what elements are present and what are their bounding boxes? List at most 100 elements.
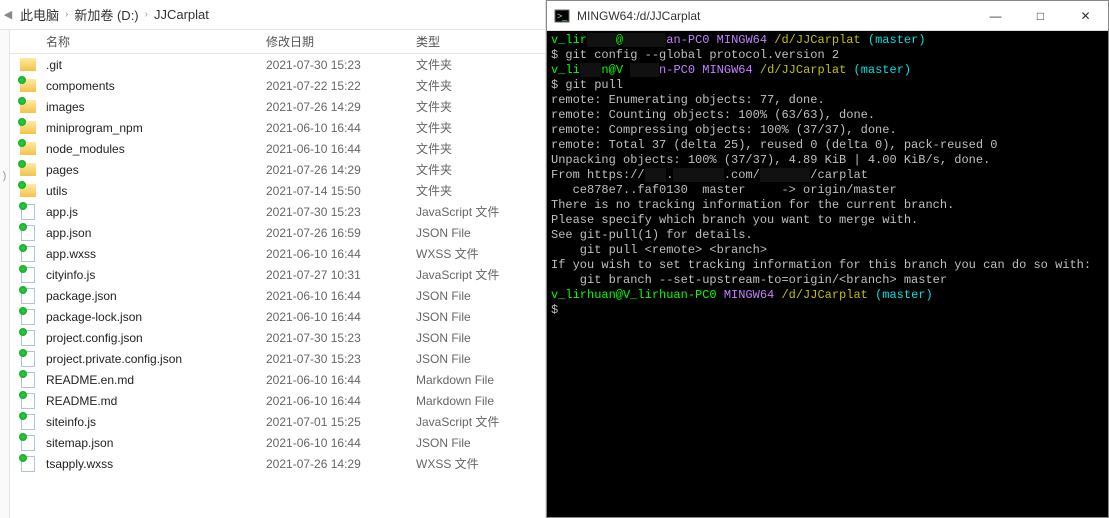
file-synced-icon [10, 393, 46, 409]
table-row[interactable]: images2021-07-26 14:29文件夹 [10, 96, 545, 117]
file-date: 2021-07-26 14:29 [266, 163, 416, 177]
file-date: 2021-07-26 16:59 [266, 226, 416, 240]
table-row[interactable]: sitemap.json2021-06-10 16:44JSON File [10, 432, 545, 453]
table-row[interactable]: app.wxss2021-06-10 16:44WXSS 文件 [10, 243, 545, 264]
file-synced-icon [10, 435, 46, 451]
file-date: 2021-06-10 16:44 [266, 394, 416, 408]
file-name: tsapply.wxss [46, 457, 266, 471]
file-date: 2021-06-10 16:44 [266, 436, 416, 450]
table-row[interactable]: miniprogram_npm2021-06-10 16:44文件夹 [10, 117, 545, 138]
table-row[interactable]: .git2021-07-30 15:23文件夹 [10, 54, 545, 75]
file-synced-icon [10, 330, 46, 346]
file-type: JSON File [416, 226, 536, 240]
file-type: 文件夹 [416, 182, 536, 199]
breadcrumb-item[interactable]: 新加卷 (D:) [74, 5, 138, 24]
file-name: app.wxss [46, 247, 266, 261]
file-date: 2021-06-10 16:44 [266, 121, 416, 135]
terminal-line: v_lirhuan@V_lirhuan-PC0 MINGW64 /d/JJCar… [551, 288, 1104, 303]
terminal-body[interactable]: v_lir @ an-PC0 MINGW64 /d/JJCarplat (mas… [547, 31, 1108, 517]
file-name: README.en.md [46, 373, 266, 387]
file-type: JSON File [416, 289, 536, 303]
explorer-header: ◀ 此电脑 › 新加卷 (D:) › JJCarplat [0, 0, 545, 30]
file-date: 2021-07-30 15:23 [266, 205, 416, 219]
terminal-line: remote: Enumerating objects: 77, done. [551, 93, 1104, 108]
table-row[interactable]: README.en.md2021-06-10 16:44Markdown Fil… [10, 369, 545, 390]
table-row[interactable]: tsapply.wxss2021-07-26 14:29WXSS 文件 [10, 453, 545, 474]
table-row[interactable]: package.json2021-06-10 16:44JSON File [10, 285, 545, 306]
terminal-line: If you wish to set tracking information … [551, 258, 1104, 273]
file-synced-icon [10, 204, 46, 220]
terminal-line: See git-pull(1) for details. [551, 228, 1104, 243]
terminal-icon: >_ [547, 8, 577, 24]
file-name: pages [46, 163, 266, 177]
breadcrumb[interactable]: 此电脑 › 新加卷 (D:) › JJCarplat [16, 5, 545, 24]
file-list: 名称 修改日期 类型 .git2021-07-30 15:23文件夹compom… [10, 30, 545, 518]
terminal-line: remote: Total 37 (delta 25), reused 0 (d… [551, 138, 1104, 153]
nav-back-icon[interactable]: ◀ [0, 0, 16, 30]
col-name-header[interactable]: 名称 [10, 33, 266, 50]
terminal-line: remote: Compressing objects: 100% (37/37… [551, 123, 1104, 138]
strip-label: ) [3, 170, 7, 182]
table-row[interactable]: project.config.json2021-07-30 15:23JSON … [10, 327, 545, 348]
file-name: .git [46, 58, 266, 72]
table-row[interactable]: pages2021-07-26 14:29文件夹 [10, 159, 545, 180]
terminal-line: v_li n@V n-PC0 MINGW64 /d/JJCarplat (mas… [551, 63, 1104, 78]
file-type: JSON File [416, 331, 536, 345]
file-name: README.md [46, 394, 266, 408]
file-synced-icon [10, 288, 46, 304]
table-row[interactable]: cityinfo.js2021-07-27 10:31JavaScript 文件 [10, 264, 545, 285]
file-date: 2021-07-14 15:50 [266, 184, 416, 198]
terminal-line: git branch --set-upstream-to=origin/<bra… [551, 273, 1104, 288]
titlebar[interactable]: >_ MINGW64:/d/JJCarplat — □ ✕ [547, 1, 1108, 31]
terminal-line: Please specify which branch you want to … [551, 213, 1104, 228]
file-date: 2021-07-30 15:23 [266, 331, 416, 345]
file-date: 2021-06-10 16:44 [266, 289, 416, 303]
file-name: cityinfo.js [46, 268, 266, 282]
table-row[interactable]: package-lock.json2021-06-10 16:44JSON Fi… [10, 306, 545, 327]
minimize-button[interactable]: — [973, 1, 1018, 31]
file-date: 2021-07-01 15:25 [266, 415, 416, 429]
table-row[interactable]: app.json2021-07-26 16:59JSON File [10, 222, 545, 243]
file-date: 2021-07-26 14:29 [266, 457, 416, 471]
table-row[interactable]: node_modules2021-06-10 16:44文件夹 [10, 138, 545, 159]
file-synced-icon [10, 456, 46, 472]
breadcrumb-item[interactable]: 此电脑 [20, 5, 59, 24]
file-type: 文件夹 [416, 77, 536, 94]
file-synced-icon [10, 225, 46, 241]
file-name: app.js [46, 205, 266, 219]
table-row[interactable]: app.js2021-07-30 15:23JavaScript 文件 [10, 201, 545, 222]
file-type: JSON File [416, 310, 536, 324]
terminal-line: From https:// . .com/ /carplat [551, 168, 1104, 183]
table-row[interactable]: README.md2021-06-10 16:44Markdown File [10, 390, 545, 411]
file-date: 2021-07-30 15:23 [266, 58, 416, 72]
file-name: package.json [46, 289, 266, 303]
close-button[interactable]: ✕ [1063, 1, 1108, 31]
terminal-line: git pull <remote> <branch> [551, 243, 1104, 258]
file-synced-icon [10, 414, 46, 430]
file-date: 2021-07-26 14:29 [266, 100, 416, 114]
file-date: 2021-06-10 16:44 [266, 247, 416, 261]
folder-synced-icon [10, 163, 46, 176]
table-row[interactable]: siteinfo.js2021-07-01 15:25JavaScript 文件 [10, 411, 545, 432]
table-row[interactable]: compoments2021-07-22 15:22文件夹 [10, 75, 545, 96]
maximize-button[interactable]: □ [1018, 1, 1063, 31]
col-date-header[interactable]: 修改日期 [266, 33, 416, 50]
terminal-window: >_ MINGW64:/d/JJCarplat — □ ✕ v_lir @ an… [546, 0, 1109, 518]
breadcrumb-item[interactable]: JJCarplat [154, 7, 209, 22]
file-date: 2021-06-10 16:44 [266, 310, 416, 324]
file-name: images [46, 100, 266, 114]
file-name: utils [46, 184, 266, 198]
chevron-right-icon: › [145, 9, 148, 20]
chevron-right-icon: › [65, 9, 68, 20]
terminal-line: remote: Counting objects: 100% (63/63), … [551, 108, 1104, 123]
file-name: compoments [46, 79, 266, 93]
table-row[interactable]: project.private.config.json2021-07-30 15… [10, 348, 545, 369]
file-explorer: ◀ 此电脑 › 新加卷 (D:) › JJCarplat ) 名称 修改日期 类型 .g… [0, 0, 546, 518]
file-synced-icon [10, 351, 46, 367]
window-title: MINGW64:/d/JJCarplat [577, 9, 973, 23]
folder-synced-icon [10, 100, 46, 113]
file-type: WXSS 文件 [416, 455, 536, 472]
file-date: 2021-06-10 16:44 [266, 373, 416, 387]
table-row[interactable]: utils2021-07-14 15:50文件夹 [10, 180, 545, 201]
col-type-header[interactable]: 类型 [416, 33, 536, 50]
